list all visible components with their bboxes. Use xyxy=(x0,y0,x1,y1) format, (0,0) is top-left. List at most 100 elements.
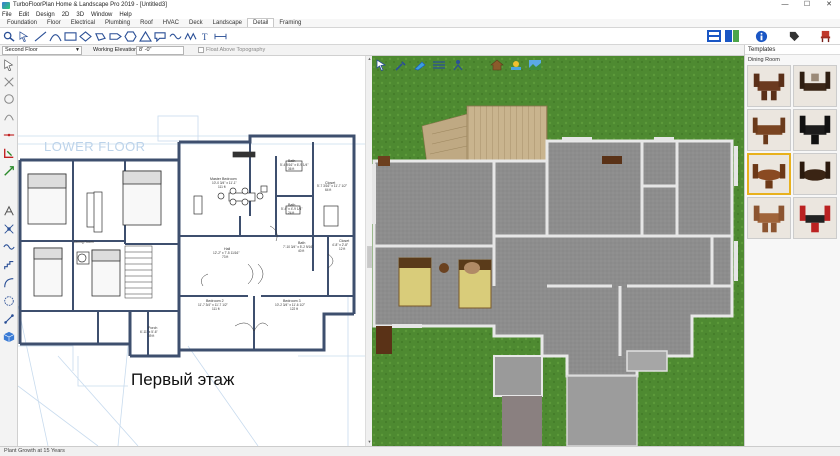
curve-icon[interactable] xyxy=(2,276,16,290)
3d-toolbar xyxy=(372,56,744,73)
svg-text:111 ft: 111 ft xyxy=(212,307,220,311)
cube-icon[interactable] xyxy=(2,330,16,344)
rotate-icon[interactable] xyxy=(2,92,16,106)
maximize-button[interactable]: ☐ xyxy=(796,0,818,10)
svg-text:Dining Room: Dining Room xyxy=(74,240,94,244)
template-dining-set-5[interactable] xyxy=(747,153,791,195)
arc-tool-icon[interactable] xyxy=(48,30,62,43)
wall-tool-icon[interactable] xyxy=(2,146,16,160)
menu-3d[interactable]: 3D xyxy=(76,12,84,18)
svg-text:122 ft: 122 ft xyxy=(290,307,298,311)
eyedropper-icon[interactable] xyxy=(393,58,408,71)
measure-icon[interactable] xyxy=(2,128,16,142)
tab-framing[interactable]: Framing xyxy=(274,19,306,27)
zigzag-tool-icon[interactable] xyxy=(183,30,197,43)
title-bar: TurboFloorPlan Home & Landscape Pro 2019… xyxy=(0,0,840,10)
menu-edit[interactable]: Edit xyxy=(19,12,29,18)
stair-icon[interactable] xyxy=(2,258,16,272)
menu-design[interactable]: Design xyxy=(36,12,55,18)
view-3d[interactable] xyxy=(372,56,744,446)
info-icon[interactable] xyxy=(754,29,768,43)
templates-grid xyxy=(747,65,839,239)
template-dining-set-2[interactable] xyxy=(793,65,837,107)
door-icon[interactable] xyxy=(2,222,16,236)
wave-tool-icon[interactable] xyxy=(168,30,182,43)
window-controls: — ☐ ✕ xyxy=(774,0,840,10)
template-dining-set-6[interactable] xyxy=(793,153,837,195)
template-dining-set-3[interactable] xyxy=(747,109,791,151)
template-dining-set-7[interactable] xyxy=(747,197,791,239)
plan-view-icon[interactable] xyxy=(706,29,722,43)
template-dining-set-1[interactable] xyxy=(747,65,791,107)
search-icon[interactable] xyxy=(2,30,16,43)
zoom-icon[interactable] xyxy=(2,75,16,89)
material-swap-icon[interactable] xyxy=(431,58,446,71)
menu-2d[interactable]: 2D xyxy=(62,12,70,18)
svg-text:111 ft: 111 ft xyxy=(218,185,226,189)
template-dining-set-4[interactable] xyxy=(793,109,837,151)
lower-floor-label: LOWER FLOOR xyxy=(44,139,146,154)
path-icon[interactable] xyxy=(2,312,16,326)
dimension-tool-icon[interactable] xyxy=(213,30,227,43)
tab-electrical[interactable]: Electrical xyxy=(66,19,100,27)
arc-icon[interactable] xyxy=(2,109,16,123)
tab-plumbing[interactable]: Plumbing xyxy=(100,19,135,27)
triangle-tool-icon[interactable] xyxy=(138,30,152,43)
text-label-icon[interactable] xyxy=(2,204,16,218)
svg-text:5'-4 9/16" x 6'-9 1/4": 5'-4 9/16" x 6'-9 1/4" xyxy=(280,163,308,167)
tag-icon[interactable] xyxy=(787,29,801,43)
app-icon xyxy=(2,1,10,9)
rectangle-tool-icon[interactable] xyxy=(63,30,77,43)
landscape-settings-icon[interactable] xyxy=(527,58,542,71)
paint-bucket-icon[interactable] xyxy=(412,58,427,71)
tag-tool-icon[interactable] xyxy=(108,30,122,43)
sun-settings-icon[interactable] xyxy=(508,58,523,71)
3d-house-render xyxy=(372,56,744,446)
split-view-icon[interactable] xyxy=(724,29,740,43)
plan-view-2d[interactable]: Master Bedroom 10'-0 3/4" x 11'-1" 111 f… xyxy=(18,56,365,446)
pointer-icon[interactable] xyxy=(17,30,31,43)
tab-landscape[interactable]: Landscape xyxy=(208,19,247,27)
float-checkbox[interactable] xyxy=(198,47,204,53)
chevron-down-icon: ▼ xyxy=(75,47,80,53)
minimize-button[interactable]: — xyxy=(774,0,796,10)
landscape-icon[interactable] xyxy=(2,294,16,308)
select-3d-icon[interactable] xyxy=(374,58,389,71)
window-title: TurboFloorPlan Home & Landscape Pro 2019… xyxy=(13,2,167,8)
templates-category[interactable]: Dining Room xyxy=(745,55,840,65)
svg-text:24 ft: 24 ft xyxy=(288,211,294,215)
tab-deck[interactable]: Deck xyxy=(184,19,208,27)
callout-tool-icon[interactable] xyxy=(153,30,167,43)
house-view-icon[interactable] xyxy=(489,58,504,71)
svg-text:64 ft: 64 ft xyxy=(325,188,331,192)
tab-hvac[interactable]: HVAC xyxy=(158,19,184,27)
float-above-topography[interactable]: Float Above Topography xyxy=(198,47,265,53)
window-icon[interactable] xyxy=(2,240,16,254)
walkthrough-icon[interactable] xyxy=(450,58,465,71)
menu-file[interactable]: File xyxy=(2,12,12,18)
tab-roof[interactable]: Roof xyxy=(135,19,158,27)
close-button[interactable]: ✕ xyxy=(818,0,840,10)
floor-select[interactable]: Second Floor ▼ xyxy=(2,46,82,55)
chair-icon[interactable] xyxy=(818,29,832,43)
tab-foundation[interactable]: Foundation xyxy=(2,19,42,27)
text-tool-icon[interactable]: T xyxy=(198,30,212,43)
line-tool-icon[interactable] xyxy=(33,30,47,43)
svg-text:36 ft: 36 ft xyxy=(288,167,294,171)
templates-panel: Templates Dining Room xyxy=(744,45,840,446)
menu-help[interactable]: Help xyxy=(119,12,131,18)
plan-scrollbar[interactable]: ▲ ▼ xyxy=(365,56,372,446)
hexagon-tool-icon[interactable] xyxy=(123,30,137,43)
templates-header: Templates xyxy=(745,45,840,55)
diamond-tool-icon[interactable] xyxy=(78,30,92,43)
float-label: Float Above Topography xyxy=(206,47,266,53)
menu-window[interactable]: Window xyxy=(91,12,112,18)
menu-bar: File Edit Design 2D 3D Window Help xyxy=(0,10,840,19)
tab-floor[interactable]: Floor xyxy=(42,19,66,27)
tab-detail[interactable]: Detail xyxy=(247,18,275,27)
template-dining-set-8[interactable] xyxy=(793,197,837,239)
room-tool-icon[interactable] xyxy=(2,164,16,178)
select-arrow-icon[interactable] xyxy=(2,58,16,72)
working-elevation-input[interactable]: 8' -0" xyxy=(136,46,184,55)
polygon-tool-icon[interactable] xyxy=(93,30,107,43)
